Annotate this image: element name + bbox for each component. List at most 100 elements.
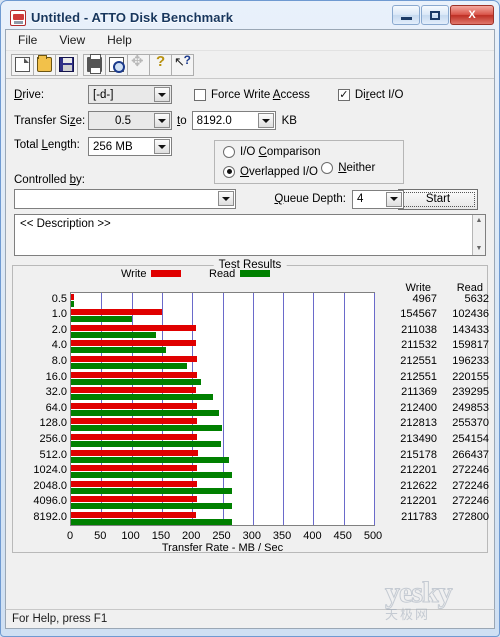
y-axis-label: 1024.0 xyxy=(33,464,67,477)
value-write: 4967 xyxy=(412,292,437,305)
open-icon xyxy=(37,55,52,72)
y-axis-label: 256.0 xyxy=(39,432,67,445)
value-write: 211532 xyxy=(401,339,437,352)
value-read: 272246 xyxy=(452,464,489,477)
chart: Write Read Write Read 0.5 1.0 2.0 4.0 8.0 16.… xyxy=(13,266,489,554)
scroll-down-icon[interactable]: ▼ xyxy=(473,243,485,255)
client-area: File View Help Drive: [-d-] xyxy=(5,29,495,629)
value-write: 213490 xyxy=(400,432,437,445)
bar-write xyxy=(71,293,74,300)
window-title: Untitled - ATTO Disk Benchmark xyxy=(31,10,234,25)
menu-item-help[interactable]: Help xyxy=(103,32,136,48)
chevron-down-icon[interactable] xyxy=(257,113,274,128)
transfer-size-label: Transfer Size: xyxy=(14,114,86,127)
bar-write xyxy=(71,309,163,316)
total-length-select[interactable]: 256 MB xyxy=(88,137,172,156)
x-axis-tick-label: 400 xyxy=(303,529,322,542)
legend-swatch-write xyxy=(151,270,182,277)
description-textarea[interactable]: << Description >> ▲ ▼ xyxy=(14,213,486,256)
help-icon xyxy=(153,53,168,72)
chevron-down-icon[interactable] xyxy=(154,139,170,154)
y-axis-label: 128.0 xyxy=(39,417,67,430)
transfer-size-to-select[interactable]: 8192.0 xyxy=(191,111,276,130)
drive-select[interactable]: [-d-] xyxy=(88,85,172,104)
value-read: 249853 xyxy=(452,401,489,414)
new-button[interactable] xyxy=(11,53,34,76)
radio-dot xyxy=(223,146,235,158)
value-read: 254154 xyxy=(452,432,489,445)
menu-item-view[interactable]: View xyxy=(55,32,89,48)
radio-io-comparison[interactable]: I/O Comparison xyxy=(223,146,321,158)
bar-write xyxy=(71,433,198,440)
value-read: 239295 xyxy=(452,386,489,399)
minimize-button[interactable] xyxy=(392,5,420,25)
checkbox-box xyxy=(337,88,350,101)
print-button[interactable] xyxy=(83,53,106,76)
x-axis-tick-label: 100 xyxy=(121,529,140,542)
chevron-down-icon[interactable] xyxy=(154,87,170,102)
value-write: 211783 xyxy=(401,510,437,523)
x-axis-tick-label: 300 xyxy=(242,529,261,542)
x-axis-tick-label: 0 xyxy=(66,529,74,542)
total-length-label: Total Length: xyxy=(14,139,80,151)
bar-read xyxy=(71,503,233,510)
bar-read xyxy=(71,456,229,463)
chevron-down-icon[interactable] xyxy=(218,191,234,206)
transfer-size-row: Transfer Size: 0.5 to 8192.0 KB xyxy=(14,111,486,130)
bar-write xyxy=(71,511,197,518)
bar-write xyxy=(71,496,197,503)
chevron-down-icon[interactable] xyxy=(386,191,402,207)
save-button[interactable] xyxy=(55,53,78,76)
x-axis-tick-label: 250 xyxy=(212,529,231,542)
force-write-access-checkbox[interactable]: Force Write Access xyxy=(194,88,310,101)
y-axis-label: 4.0 xyxy=(51,339,67,352)
overlapped-io-label: Overlapped I/O xyxy=(240,165,318,178)
x-axis-tick-label: 450 xyxy=(333,529,352,542)
bar-write xyxy=(71,465,197,472)
menu-item-file[interactable]: File xyxy=(14,32,41,48)
context-help-button[interactable] xyxy=(171,53,194,76)
close-button[interactable]: X xyxy=(450,5,494,25)
y-axis-label: 2.0 xyxy=(51,323,67,336)
checkbox-box xyxy=(194,88,206,101)
application-window: Untitled - ATTO Disk Benchmark X File Vi… xyxy=(0,0,500,637)
radio-neither[interactable]: Neither xyxy=(321,162,375,174)
total-length-value: 256 MB xyxy=(93,140,133,153)
grid-line xyxy=(252,292,254,525)
value-write: 212813 xyxy=(400,417,437,430)
io-mode-options: I/O Comparison Overlapped I/O Neither xyxy=(214,140,404,184)
x-axis-tick-label: 350 xyxy=(272,529,292,542)
bar-write xyxy=(71,449,199,456)
y-axis-label: 1.0 xyxy=(51,308,67,321)
x-axis-tick-label: 200 xyxy=(182,529,201,542)
app-icon xyxy=(10,9,26,26)
controlled-by-select[interactable] xyxy=(14,189,236,209)
radio-overlapped-io[interactable]: Overlapped I/O xyxy=(223,165,318,178)
x-axis-tick-label: 150 xyxy=(151,529,171,542)
chevron-down-icon[interactable] xyxy=(154,113,170,128)
y-axis-label: 8192.0 xyxy=(33,510,67,523)
start-button[interactable]: Start xyxy=(398,188,478,210)
bar-read xyxy=(71,378,202,385)
window-controls: X xyxy=(392,5,494,25)
print-preview-button[interactable] xyxy=(105,53,128,76)
scroll-up-icon[interactable]: ▲ xyxy=(473,215,485,227)
value-read: 196233 xyxy=(452,354,489,367)
legend-label-read: Read xyxy=(209,267,236,280)
bar-read xyxy=(71,409,219,416)
value-read: 5632 xyxy=(464,292,489,305)
title-bar: Untitled - ATTO Disk Benchmark X xyxy=(4,4,496,31)
queue-depth-value: 4 xyxy=(357,193,364,205)
queue-depth-select[interactable]: 4 xyxy=(352,189,404,209)
transfer-size-from-select[interactable]: 0.5 xyxy=(88,111,172,130)
value-write: 212551 xyxy=(400,354,437,367)
radio-dot xyxy=(321,162,334,174)
maximize-button[interactable] xyxy=(421,5,449,25)
direct-io-checkbox[interactable]: Direct I/O xyxy=(337,88,403,101)
bar-write xyxy=(71,387,197,394)
move-button[interactable] xyxy=(127,52,150,76)
open-button[interactable] xyxy=(33,53,56,76)
description-scrollbar[interactable]: ▲ ▼ xyxy=(472,214,485,255)
bar-write xyxy=(71,480,197,487)
help-button[interactable] xyxy=(149,53,172,76)
